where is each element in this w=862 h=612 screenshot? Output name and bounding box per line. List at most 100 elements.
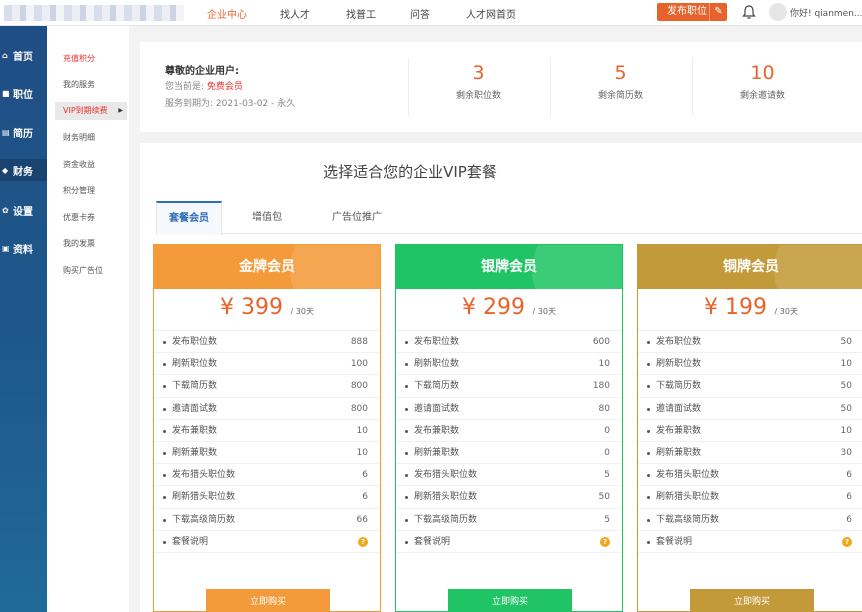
plan-feature-row: 刷新兼职数 30	[638, 442, 862, 465]
plan-feature-row: 下载高级简历数 66	[154, 509, 380, 531]
bullet-icon	[163, 341, 166, 344]
help-icon[interactable]: ?	[358, 536, 368, 547]
edit-icon: ✎	[709, 3, 727, 21]
publish-job-label: 发布职位	[667, 6, 707, 17]
site-logo[interactable]	[4, 5, 184, 21]
nav-qa[interactable]: 问答	[410, 6, 430, 21]
avatar[interactable]	[769, 3, 787, 21]
submenu-fund-income[interactable]: 资金收益	[55, 156, 127, 174]
bullet-icon	[647, 451, 650, 455]
plan-feature-row: 下载简历数 180	[396, 375, 622, 398]
submenu-points-management[interactable]: 积分管理	[55, 182, 127, 200]
stat-remaining-invites: 10 剩余邀请数	[692, 58, 832, 116]
bullet-icon	[405, 341, 408, 344]
plan-feature-name: 发布猎头职位数	[656, 470, 720, 481]
plan-feature-value: 5	[604, 470, 610, 481]
submenu-finance-details[interactable]: 财务明细	[55, 129, 127, 147]
buy-now-button[interactable]: 立即购买	[206, 589, 330, 611]
plan-feature-value: 10	[356, 447, 368, 458]
submenu-buy-ad[interactable]: 购买广告位	[55, 262, 127, 280]
bullet-icon	[405, 407, 408, 411]
stat-label: 剩余职位数	[455, 91, 501, 101]
submenu-my-invoices[interactable]: 我的发票	[55, 235, 127, 253]
plan-price-amount: ¥ 199	[704, 295, 768, 320]
plan-feature-name: 发布兼职数	[656, 425, 702, 436]
plan-note-row: 套餐说明 ?	[154, 531, 380, 553]
sidebar-item-finance[interactable]: ◆ 财务	[0, 159, 47, 181]
bell-icon[interactable]	[742, 4, 756, 20]
bullet-icon	[647, 518, 650, 522]
plan-feature-value: 0	[604, 425, 610, 436]
plan-feature-value: 66	[356, 514, 368, 525]
plan-price: ¥ 199 / 30天	[638, 289, 862, 331]
service-expiry: 服务到期为: 2021-03-02 - 永久	[165, 96, 295, 109]
plan-feature-value: 10	[598, 359, 610, 370]
plan-feature-row: 发布兼职数 10	[638, 420, 862, 442]
bullet-icon	[647, 496, 650, 500]
tab-ad-promotion[interactable]: 广告位推广	[318, 201, 396, 234]
user-greeting[interactable]: 你好! qianmen...	[790, 6, 862, 19]
plan-price-amount: ¥ 399	[220, 295, 284, 320]
plan-feature-value: 0	[604, 447, 610, 458]
plan-price-period: / 30天	[532, 307, 556, 316]
plan-feature-value: 6	[846, 514, 852, 525]
tab-membership-packages[interactable]: 套餐会员	[156, 201, 222, 235]
sidebar-item-jobs[interactable]: ■ 职位	[0, 82, 47, 104]
plan-feature-value: 5	[604, 514, 610, 525]
plan-note-row: 套餐说明 ?	[638, 531, 862, 553]
submenu-recharge-points[interactable]: 充值积分	[55, 50, 127, 68]
help-icon[interactable]: ?	[600, 536, 610, 547]
tab-value-added[interactable]: 增值包	[234, 201, 300, 234]
submenu-coupons[interactable]: 优惠卡券	[55, 209, 127, 227]
nav-home[interactable]: 人才网首页	[466, 6, 516, 21]
stat-number: 10	[750, 62, 775, 84]
membership-level: 您当前是: 免费会员	[165, 79, 243, 92]
stat-number: 3	[472, 62, 485, 84]
plan-feature-value: 800	[350, 403, 368, 414]
plan-feature-name: 刷新兼职数	[414, 447, 460, 458]
bullet-icon	[647, 363, 650, 367]
plan-feature-row: 发布猎头职位数 6	[638, 464, 862, 487]
plan-feature-row: 发布猎头职位数 5	[396, 464, 622, 487]
plan-card-gold: 金牌会员 ¥ 399 / 30天 发布职位数 888 刷新职位数 100 下载简…	[153, 244, 381, 612]
sidebar: ⌂ 首页 ■ 职位 ▤ 简历 ◆ 财务 ✿ 设置 ▣ 资料	[0, 26, 47, 612]
buy-now-button[interactable]: 立即购买	[690, 589, 814, 611]
plan-feature-name: 发布兼职数	[172, 425, 218, 436]
bullet-icon	[405, 385, 408, 389]
buy-now-button[interactable]: 立即购买	[448, 589, 572, 611]
submenu-vip-renewal-label: VIP到期续费	[63, 106, 108, 115]
sidebar-item-label: 首页	[13, 51, 33, 63]
briefcase-icon: ■	[2, 88, 10, 98]
plan-feature-row: 刷新职位数 100	[154, 353, 380, 376]
nav-find-talent[interactable]: 找人才	[280, 6, 310, 21]
plan-feature-value: 6	[846, 492, 852, 503]
plan-feature-row: 刷新猎头职位数 50	[396, 486, 622, 509]
sidebar-item-home[interactable]: ⌂ 首页	[0, 44, 47, 66]
plan-feature-value: 100	[350, 359, 368, 370]
sidebar-item-label: 职位	[13, 89, 33, 101]
resume-icon: ▤	[2, 127, 10, 137]
plan-note-label: 套餐说明	[656, 536, 693, 547]
plan-feature-row: 刷新职位数 10	[396, 353, 622, 376]
nav-find-workers[interactable]: 找普工	[346, 6, 376, 21]
plan-name: 铜牌会员	[638, 245, 862, 289]
plan-feature-row: 下载简历数 800	[154, 375, 380, 398]
plan-name: 银牌会员	[396, 245, 622, 289]
submenu-vip-renewal[interactable]: VIP到期续费 ▶	[55, 102, 127, 120]
bullet-icon	[163, 429, 166, 433]
submenu-my-services[interactable]: 我的服务	[55, 76, 127, 94]
stat-label: 剩余简历数	[597, 91, 643, 101]
bullet-icon	[647, 540, 650, 544]
sidebar-item-resume[interactable]: ▤ 简历	[0, 121, 47, 143]
nav-enterprise-center[interactable]: 企业中心	[207, 6, 247, 21]
help-icon[interactable]: ?	[842, 536, 852, 547]
publish-job-button[interactable]: 发布职位 ✎	[657, 3, 727, 21]
plan-feature-row: 刷新猎头职位数 6	[154, 486, 380, 509]
plan-feature-name: 刷新猎头职位数	[172, 492, 236, 503]
plan-feature-value: 6	[362, 470, 368, 481]
bullet-icon	[647, 429, 650, 433]
bullet-icon	[405, 496, 408, 500]
sidebar-item-profile[interactable]: ▣ 资料	[0, 237, 47, 259]
plan-feature-value: 50	[840, 403, 852, 414]
sidebar-item-settings[interactable]: ✿ 设置	[0, 199, 47, 221]
